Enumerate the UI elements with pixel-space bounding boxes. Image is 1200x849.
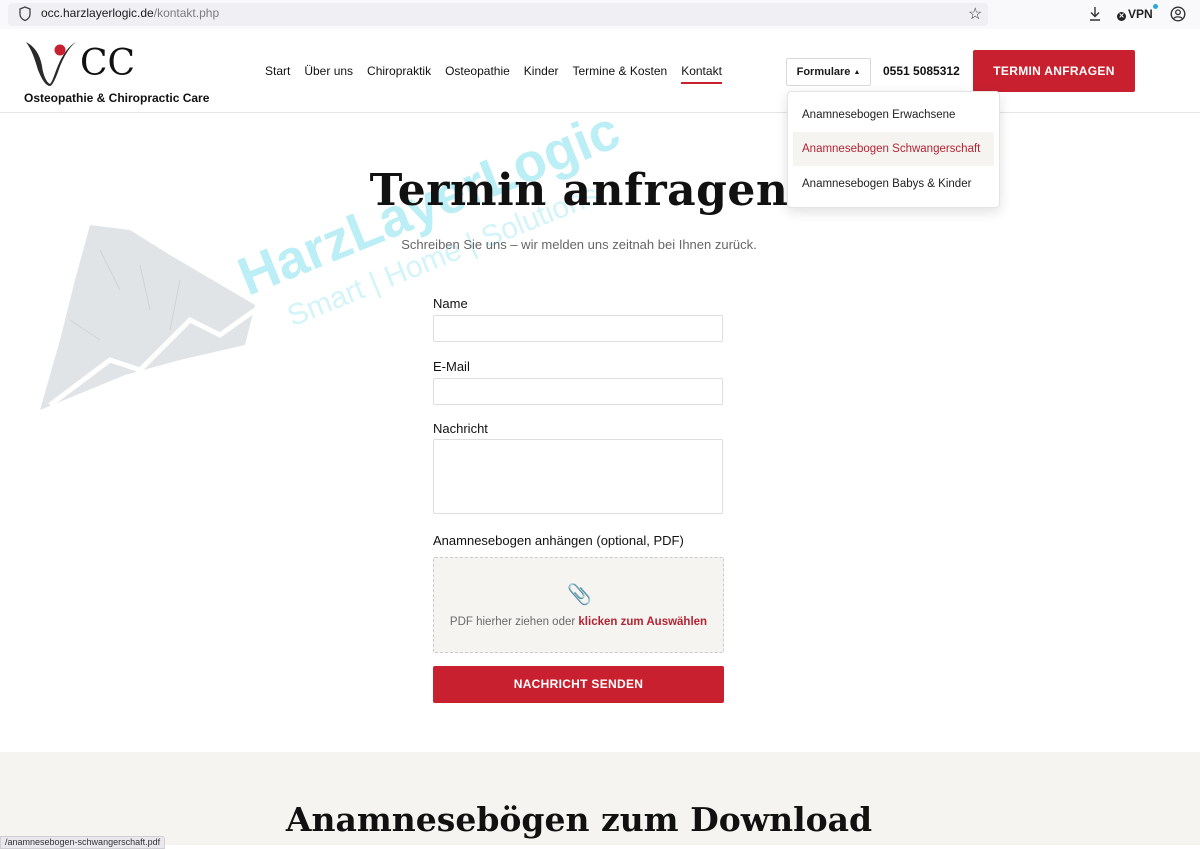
bookmark-star-icon[interactable]: ☆: [968, 4, 982, 24]
formulare-dropdown-button[interactable]: Formulare ▲: [786, 58, 871, 86]
dropzone-text: PDF hierher ziehen oder klicken zum Ausw…: [449, 616, 708, 628]
caret-up-icon: ▲: [853, 69, 861, 76]
nav-kinder[interactable]: Kinder: [524, 64, 559, 78]
nav-start[interactable]: Start: [265, 64, 290, 78]
select-file-link[interactable]: klicken zum Auswählen: [578, 616, 707, 628]
logo-tagline: Osteopathie & Chiropractic Care: [24, 91, 210, 105]
nav-ueber-uns[interactable]: Über uns: [304, 64, 353, 78]
nav-termine-kosten[interactable]: Termine & Kosten: [572, 64, 667, 78]
nav-osteopathie[interactable]: Osteopathie: [445, 64, 510, 78]
message-label: Nachricht: [433, 421, 488, 436]
downloads-section: Anamnesebögen zum Download: [0, 752, 1200, 845]
formulare-menu: Anamnesebogen Erwachsene Anamnesebogen S…: [787, 91, 1000, 208]
message-textarea[interactable]: [433, 439, 723, 514]
menu-item-schwangerschaft[interactable]: Anamnesebogen Schwangerschaft: [793, 132, 994, 166]
pdf-dropzone[interactable]: 📎 PDF hierher ziehen oder klicken zum Au…: [433, 557, 724, 653]
termin-anfragen-button[interactable]: TERMIN ANFRAGEN: [973, 50, 1135, 92]
svg-text:CC: CC: [80, 43, 135, 84]
main-nav: Start Über uns Chiropraktik Osteopathie …: [265, 64, 736, 84]
vpn-status-dot: [1152, 4, 1158, 9]
status-bar-link: /anamnesebogen-schwangerschaft.pdf: [0, 836, 166, 849]
send-message-button[interactable]: NACHRICHT SENDEN: [433, 666, 724, 703]
menu-item-babys-kinder[interactable]: Anamnesebogen Babys & Kinder: [793, 167, 994, 201]
nav-chiropraktik[interactable]: Chiropraktik: [367, 64, 431, 78]
email-input[interactable]: [433, 378, 723, 405]
phone-link[interactable]: 0551 5085312: [883, 64, 960, 78]
name-label: Name: [433, 296, 468, 311]
vpn-x-icon: ✕: [1117, 12, 1126, 21]
email-label: E-Mail: [433, 359, 470, 374]
browser-toolbar: occ.harzlayerlogic.de/kontakt.php ☆ ✕ VPN: [0, 0, 1200, 29]
paperclip-icon: 📎: [567, 584, 592, 606]
name-input[interactable]: [433, 315, 723, 342]
site-header: CC Osteopathie & Chiropractic Care Start…: [0, 29, 1200, 113]
url-text[interactable]: occ.harzlayerlogic.de/kontakt.php: [41, 6, 219, 20]
download-icon[interactable]: [1087, 5, 1103, 23]
attach-label: Anamnesebogen anhängen (optional, PDF): [433, 533, 684, 548]
shield-icon[interactable]: [18, 5, 32, 23]
nav-kontakt[interactable]: Kontakt: [681, 64, 722, 84]
menu-item-erwachsene[interactable]: Anamnesebogen Erwachsene: [793, 98, 994, 132]
logo[interactable]: CC: [24, 36, 139, 88]
downloads-heading: Anamnesebögen zum Download: [285, 800, 873, 839]
page-subtitle: Schreiben Sie uns – wir melden uns zeitn…: [401, 237, 757, 252]
vpn-button[interactable]: ✕ VPN: [1117, 4, 1158, 21]
account-icon[interactable]: [1170, 6, 1186, 22]
